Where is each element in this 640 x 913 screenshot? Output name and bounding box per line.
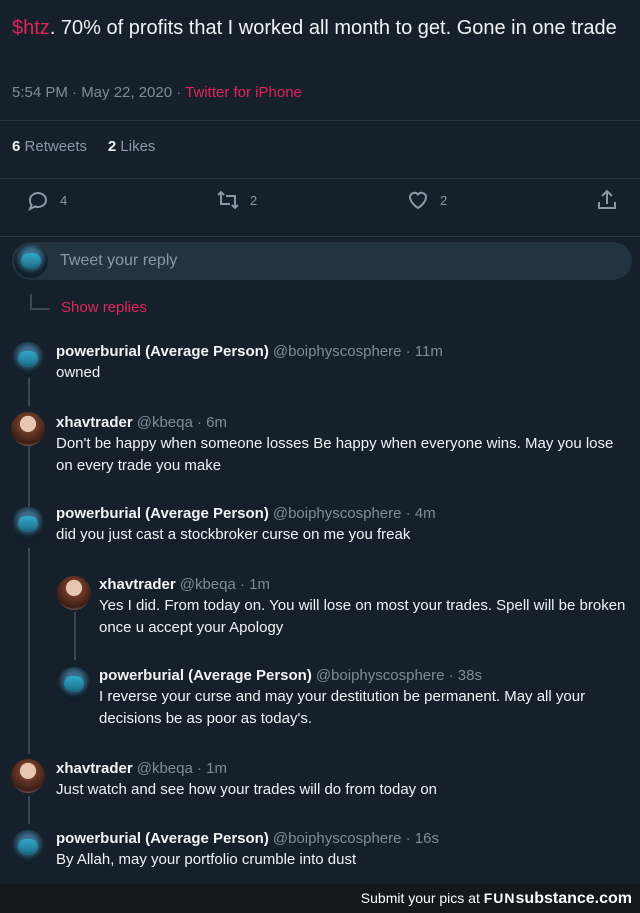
reply-author[interactable]: powerburial (Average Person) [99,667,312,684]
watermark-text: Submit your pics at FUNsubstance.com [360,890,632,907]
reply-text: Yes I did. From today on. You will lose … [99,597,626,636]
reply-tweet[interactable]: powerburial (Average Person) @boiphyscosp… [56,505,626,546]
avatar[interactable] [57,667,91,701]
thread-line [28,548,30,754]
likes-stat[interactable]: 2 Likes [108,138,156,155]
reply-text: Don't be happy when someone losses Be ha… [56,435,614,474]
reply-text: did you just cast a stockbroker curse on… [56,526,411,543]
avatar[interactable] [11,507,45,541]
reply-meta: @kbeqa · 1m [179,576,270,593]
show-replies-link[interactable]: Show replies [61,299,147,316]
reply-meta: @boiphyscosphere · 16s [272,830,439,847]
reply-button[interactable]: 4 [26,188,67,212]
share-icon [598,189,616,209]
thread-line [28,446,30,508]
reply-meta: @boiphyscosphere · 38s [315,667,482,684]
avatar[interactable] [57,576,91,610]
reply-tweet[interactable]: powerburial (Average Person) @boiphyscosp… [56,830,626,871]
tweet-stats: 6 Retweets 2 Likes [12,138,155,155]
share-button[interactable] [595,188,619,212]
reply-meta: @boiphyscosphere · 11m [272,343,443,360]
reply-icon [28,192,47,212]
retweet-count: 2 [250,192,258,208]
reply-meta: @kbeqa · 1m [136,760,227,777]
thread-line [28,796,30,824]
reply-author[interactable]: xhavtrader [99,576,176,593]
reply-tweet[interactable]: xhavtrader @kbeqa · 6m Don't be happy whe… [56,414,616,477]
reply-author[interactable]: powerburial (Average Person) [56,505,269,522]
thread-connector [30,294,50,310]
like-count: 2 [440,192,448,208]
avatar [14,244,48,278]
tweet-text: $htz. 70% of profits that I worked all m… [12,14,622,42]
reply-tweet[interactable]: powerburial (Average Person) @boiphyscosp… [99,667,629,730]
divider [0,236,640,237]
reply-placeholder: Tweet your reply [60,252,178,269]
avatar[interactable] [11,759,45,793]
reply-count: 4 [60,192,68,208]
tweet-meta: 5:54 PM · May 22, 2020 · Twitter for iPh… [12,84,302,101]
reply-text: Just watch and see how your trades will … [56,781,438,798]
divider [0,178,640,179]
reply-meta: @kbeqa · 6m [136,414,227,431]
reply-meta: @boiphyscosphere · 4m [272,505,436,522]
avatar[interactable] [11,830,45,864]
like-button[interactable]: 2 [406,188,447,212]
reply-text: owned [56,364,101,381]
thread-line [28,378,30,406]
retweets-stat[interactable]: 6 Retweets [12,138,87,155]
reply-author[interactable]: xhavtrader [56,414,133,431]
watermark-bar: Submit your pics at FUNsubstance.com [0,884,640,913]
retweet-icon [217,190,239,210]
reply-text: By Allah, may your portfolio crumble int… [56,851,357,868]
tweet-source-link[interactable]: Twitter for iPhone [185,84,302,101]
avatar[interactable] [11,342,45,376]
reply-input[interactable]: Tweet your reply [12,242,632,280]
reply-author[interactable]: powerburial (Average Person) [56,343,269,360]
reply-text: I reverse your curse and may your destit… [99,688,586,727]
thread-line [74,612,76,660]
reply-tweet[interactable]: powerburial (Average Person) @boiphyscosp… [56,343,626,384]
retweet-button[interactable]: 2 [216,188,257,212]
tweet-time: 5:54 PM · May 22, 2020 · [12,84,186,101]
tweet-body: . 70% of profits that I worked all month… [49,17,617,39]
heart-icon [408,191,428,210]
divider [0,120,640,121]
cashtag-link[interactable]: $htz [12,17,50,39]
reply-author[interactable]: powerburial (Average Person) [56,830,269,847]
reply-author[interactable]: xhavtrader [56,760,133,777]
avatar[interactable] [11,412,45,446]
reply-tweet[interactable]: xhavtrader @kbeqa · 1m Just watch and see… [56,760,626,801]
tweet-actions: 4 2 2 [0,188,640,220]
reply-tweet[interactable]: xhavtrader @kbeqa · 1m Yes I did. From to… [99,576,629,639]
